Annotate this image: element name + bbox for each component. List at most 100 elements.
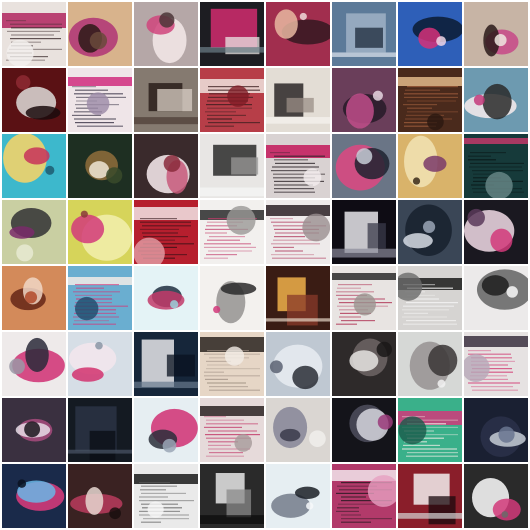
sample-tile bbox=[332, 2, 396, 66]
sample-image bbox=[2, 398, 66, 462]
sample-tile bbox=[398, 200, 462, 264]
sample-image bbox=[134, 68, 198, 132]
sample-image bbox=[2, 266, 66, 330]
sample-tile bbox=[398, 398, 462, 462]
sample-image bbox=[266, 134, 330, 198]
sample-image bbox=[464, 134, 528, 198]
sample-image bbox=[200, 68, 264, 132]
sample-tile bbox=[2, 464, 66, 528]
sample-tile bbox=[266, 464, 330, 528]
sample-image bbox=[134, 134, 198, 198]
sample-tile bbox=[134, 200, 198, 264]
sample-tile bbox=[464, 464, 528, 528]
sample-tile bbox=[398, 332, 462, 396]
sample-tile bbox=[464, 68, 528, 132]
sample-image bbox=[68, 266, 132, 330]
sample-tile bbox=[2, 332, 66, 396]
sample-image bbox=[266, 266, 330, 330]
sample-image bbox=[68, 398, 132, 462]
sample-tile bbox=[68, 2, 132, 66]
sample-tile bbox=[134, 398, 198, 462]
sample-image bbox=[2, 68, 66, 132]
sample-image bbox=[464, 68, 528, 132]
sample-tile bbox=[68, 464, 132, 528]
sample-tile bbox=[68, 134, 132, 198]
sample-image bbox=[200, 398, 264, 462]
sample-tile bbox=[68, 332, 132, 396]
sample-tile bbox=[332, 134, 396, 198]
sample-image bbox=[200, 266, 264, 330]
sample-image bbox=[68, 134, 132, 198]
sample-tile bbox=[200, 200, 264, 264]
sample-tile bbox=[464, 200, 528, 264]
sample-image bbox=[2, 2, 66, 66]
sample-tile bbox=[200, 2, 264, 66]
sample-image bbox=[68, 2, 132, 66]
sample-image bbox=[266, 200, 330, 264]
sample-image bbox=[266, 464, 330, 528]
sample-image bbox=[266, 68, 330, 132]
sample-tile bbox=[134, 266, 198, 330]
sample-image bbox=[68, 200, 132, 264]
sample-tile bbox=[134, 68, 198, 132]
sample-tile bbox=[134, 134, 198, 198]
sample-image bbox=[332, 266, 396, 330]
sample-tile bbox=[68, 200, 132, 264]
sample-tile bbox=[2, 200, 66, 264]
sample-image bbox=[2, 200, 66, 264]
sample-tile bbox=[200, 266, 264, 330]
sample-tile bbox=[332, 332, 396, 396]
sample-tile bbox=[332, 398, 396, 462]
sample-image bbox=[398, 134, 462, 198]
sample-image bbox=[2, 134, 66, 198]
sample-tile bbox=[464, 2, 528, 66]
sample-tile bbox=[464, 398, 528, 462]
sample-image bbox=[200, 2, 264, 66]
sample-image bbox=[200, 134, 264, 198]
sample-image bbox=[464, 398, 528, 462]
sample-tile bbox=[200, 68, 264, 132]
sample-image bbox=[398, 398, 462, 462]
sample-image bbox=[464, 2, 528, 66]
sample-tile bbox=[134, 332, 198, 396]
sample-image bbox=[398, 332, 462, 396]
sample-image bbox=[398, 200, 462, 264]
sample-image bbox=[200, 464, 264, 528]
sample-tile bbox=[266, 200, 330, 264]
sample-image bbox=[464, 200, 528, 264]
sample-tile bbox=[398, 266, 462, 330]
sample-tile bbox=[68, 68, 132, 132]
sample-tile bbox=[2, 398, 66, 462]
sample-tile bbox=[266, 68, 330, 132]
sample-tile bbox=[2, 134, 66, 198]
sample-image bbox=[398, 464, 462, 528]
sample-tile bbox=[200, 464, 264, 528]
sample-grid bbox=[0, 0, 530, 530]
sample-image bbox=[266, 2, 330, 66]
sample-image bbox=[68, 464, 132, 528]
sample-tile bbox=[2, 266, 66, 330]
sample-tile bbox=[332, 464, 396, 528]
sample-tile bbox=[200, 332, 264, 396]
sample-image bbox=[134, 2, 198, 66]
sample-tile bbox=[266, 398, 330, 462]
sample-image bbox=[134, 266, 198, 330]
sample-image bbox=[332, 464, 396, 528]
sample-image bbox=[332, 200, 396, 264]
sample-image bbox=[134, 398, 198, 462]
sample-image bbox=[134, 200, 198, 264]
sample-tile bbox=[2, 68, 66, 132]
sample-image bbox=[68, 332, 132, 396]
sample-tile bbox=[68, 266, 132, 330]
sample-image bbox=[200, 332, 264, 396]
sample-image bbox=[464, 266, 528, 330]
sample-image bbox=[332, 68, 396, 132]
sample-tile bbox=[266, 2, 330, 66]
sample-tile bbox=[134, 2, 198, 66]
sample-image bbox=[2, 332, 66, 396]
sample-image bbox=[332, 398, 396, 462]
sample-image bbox=[134, 332, 198, 396]
sample-image bbox=[134, 464, 198, 528]
sample-image bbox=[266, 398, 330, 462]
sample-image bbox=[2, 464, 66, 528]
